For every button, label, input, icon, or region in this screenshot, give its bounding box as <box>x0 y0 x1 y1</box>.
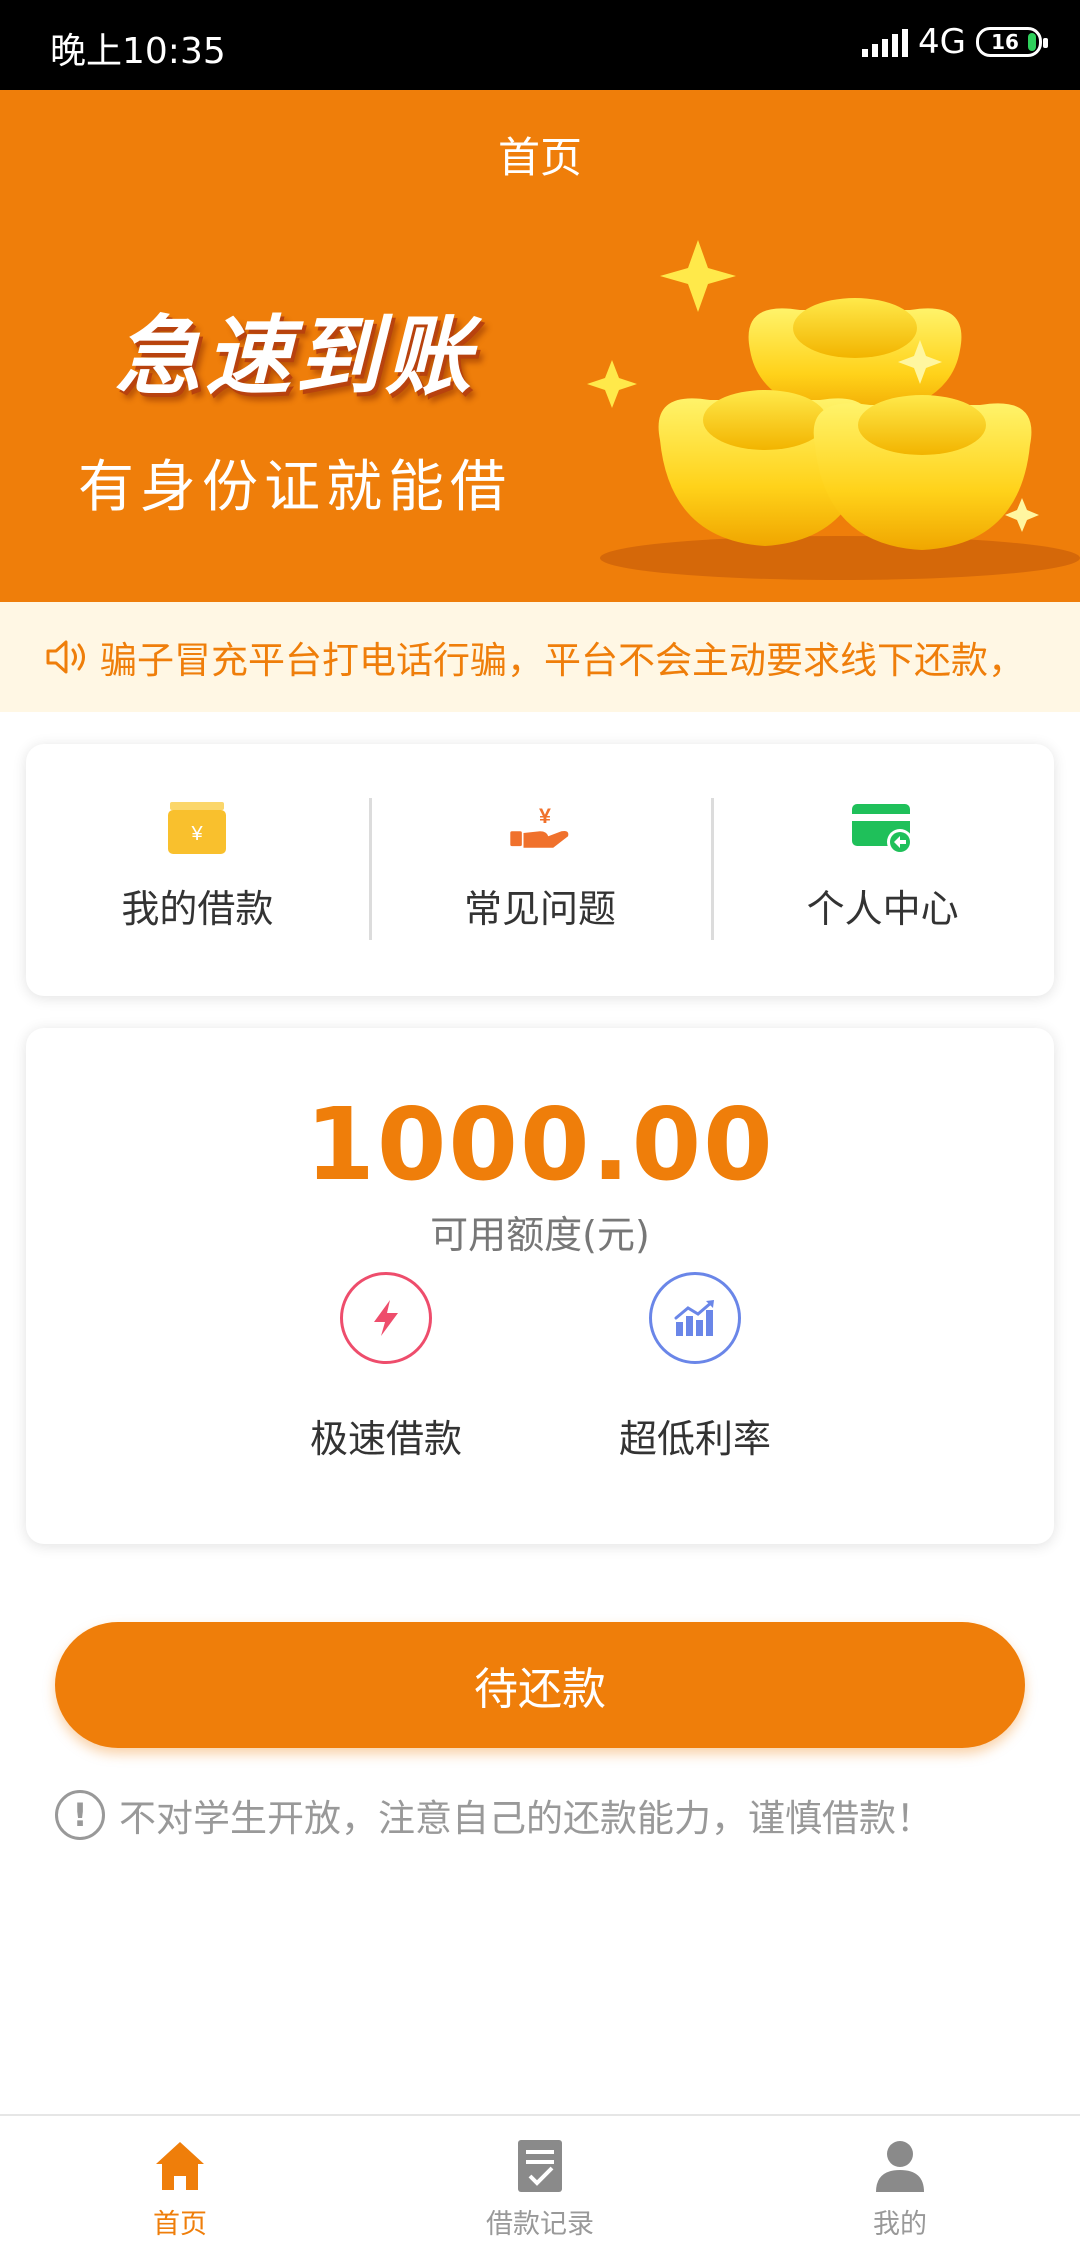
menu-item-label: 常见问题 <box>464 887 617 931</box>
wallet-icon: ¥ <box>168 802 227 854</box>
menu-item-label: 个人中心 <box>806 887 959 931</box>
user-icon <box>876 2141 924 2192</box>
warning-notice: ! 不对学生开放，注意自己的还款能力，谨慎借款！ <box>55 1788 933 1842</box>
tab-mine[interactable]: 我的 <box>720 2116 1080 2248</box>
banner-subline: 有身份证就能借 <box>78 455 512 520</box>
gold-ingot-illustration <box>587 240 1080 580</box>
amount-caption: 可用额度(元) <box>430 1213 650 1257</box>
pending-repayment-button[interactable]: 待还款 <box>55 1622 1025 1748</box>
promo-banner[interactable]: 首页 急速到账 有身份证就能借 <box>0 90 1080 602</box>
document-icon <box>518 2140 562 2192</box>
quick-menu-card: ¥ 我的借款 ¥ 常见问题 个人中心 <box>26 744 1054 996</box>
card-icon <box>851 804 913 855</box>
banner-headline: 急速到账 <box>115 307 475 407</box>
svg-text:¥: ¥ <box>191 823 204 845</box>
warning-text: 不对学生开放，注意自己的还款能力，谨慎借款！ <box>119 1797 933 1840</box>
svg-text:¥: ¥ <box>539 804 551 828</box>
speaker-icon <box>46 640 85 674</box>
feature-low-rate: 超低利率 <box>585 1272 805 1463</box>
feature-fast-loan: 极速借款 <box>276 1272 496 1463</box>
exclamation-icon: ! <box>55 1790 105 1840</box>
tab-home[interactable]: 首页 <box>0 2116 360 2248</box>
battery-level: 16 <box>991 30 1019 54</box>
notice-text: 骗子冒充平台打电话行骗，平台不会主动要求线下还款， <box>100 639 1025 682</box>
network-type: 4G <box>918 22 966 62</box>
lightning-icon <box>340 1272 432 1364</box>
menu-item-faq[interactable]: ¥ 常见问题 <box>368 744 712 996</box>
page-title: 首页 <box>497 133 582 182</box>
feature-label: 极速借款 <box>309 1417 462 1461</box>
tab-label: 首页 <box>153 2209 207 2240</box>
available-amount: 1000.00 <box>305 1086 775 1203</box>
status-indicators: 4G 16 <box>862 22 1048 62</box>
menu-item-my-loans[interactable]: ¥ 我的借款 <box>26 744 369 996</box>
status-time: 晚上10:35 <box>50 31 226 72</box>
tab-label: 借款记录 <box>486 2209 594 2240</box>
feature-label: 超低利率 <box>618 1417 771 1461</box>
trend-chart-icon <box>649 1272 741 1364</box>
battery-icon: 16 <box>976 27 1048 57</box>
menu-item-label: 我的借款 <box>121 887 274 931</box>
menu-item-personal-center[interactable]: 个人中心 <box>711 744 1054 996</box>
home-icon <box>156 2142 204 2190</box>
signal-icon <box>862 27 909 57</box>
notice-bar[interactable]: 骗子冒充平台打电话行骗，平台不会主动要求线下还款， <box>0 602 1080 712</box>
tab-label: 我的 <box>873 2209 927 2240</box>
hand-yuan-icon: ¥ <box>510 804 569 848</box>
tab-loan-records[interactable]: 借款记录 <box>360 2116 720 2248</box>
bottom-tab-bar: 首页 借款记录 我的 <box>0 2114 1080 2248</box>
credit-card: 1000.00 可用额度(元) 极速借款 超低利率 <box>26 1028 1054 1544</box>
status-bar: 晚上10:35 4G 16 <box>0 0 1080 90</box>
